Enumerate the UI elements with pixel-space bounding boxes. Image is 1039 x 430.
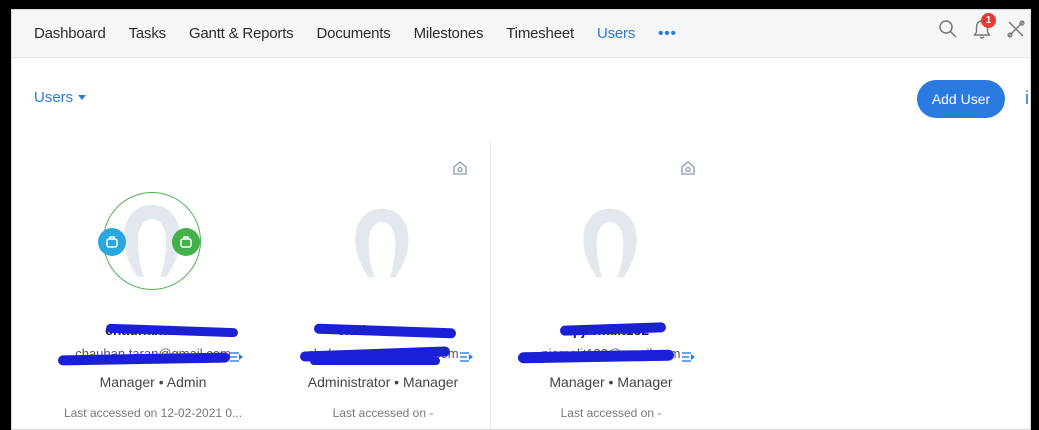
notification-badge: 1 (981, 13, 996, 28)
user-card[interactable]: chauhan.taran chauhan.taran@gmail.com Ma… (44, 150, 262, 429)
nav-timesheet[interactable]: Timesheet (506, 25, 574, 42)
search-icon[interactable] (938, 19, 958, 39)
user-roles: Manager • Manager (549, 374, 673, 390)
nav-users[interactable]: Users (597, 25, 635, 42)
bell-icon[interactable]: 1 (972, 13, 996, 40)
redaction-mark (517, 349, 675, 364)
last-accessed: Last accessed on - (332, 406, 434, 420)
app-window: Dashboard Tasks Gantt & Reports Document… (11, 9, 1031, 430)
info-icon[interactable]: i (1025, 88, 1029, 109)
avatar-placeholder-icon (355, 208, 409, 278)
user-card[interactable]: pjamalit132 pjamalit132@gmail.com Manage… (502, 150, 720, 429)
send-email-icon[interactable] (460, 349, 474, 367)
user-card[interactable]: chohan.mone chohan.mone@gmail.com Admini… (274, 150, 492, 429)
home-icon[interactable] (452, 160, 468, 181)
nav-dashboard[interactable]: Dashboard (34, 25, 106, 42)
last-accessed: Last accessed on - (560, 406, 662, 420)
settings-tools-icon[interactable] (1006, 19, 1026, 39)
avatar-placeholder-icon (583, 208, 637, 278)
nav-milestones[interactable]: Milestones (414, 25, 484, 42)
home-icon[interactable] (680, 160, 696, 181)
nav-tasks[interactable]: Tasks (129, 25, 167, 42)
add-user-button[interactable]: Add User (917, 80, 1005, 118)
admin-badge-icon (172, 228, 200, 256)
users-dropdown[interactable]: Users (34, 89, 87, 106)
redaction-mark (57, 352, 231, 366)
last-accessed: Last accessed on 12-02-2021 0... (63, 406, 243, 420)
nav-icon-group: 1 (938, 13, 1026, 40)
redaction-mark (310, 357, 440, 365)
nav-documents[interactable]: Documents (317, 25, 391, 42)
user-roles: Administrator • Manager (307, 374, 459, 390)
top-navigation: Dashboard Tasks Gantt & Reports Document… (12, 10, 1030, 58)
manager-badge-icon (98, 228, 126, 256)
users-dropdown-label: Users (34, 89, 74, 106)
nav-gantt-reports[interactable]: Gantt & Reports (189, 25, 294, 42)
user-roles: Manager • Admin (99, 374, 207, 390)
send-email-icon[interactable] (230, 349, 244, 367)
nav-more-button[interactable]: ••• (658, 25, 677, 42)
caret-down-icon (78, 95, 87, 100)
send-email-icon[interactable] (682, 349, 696, 367)
